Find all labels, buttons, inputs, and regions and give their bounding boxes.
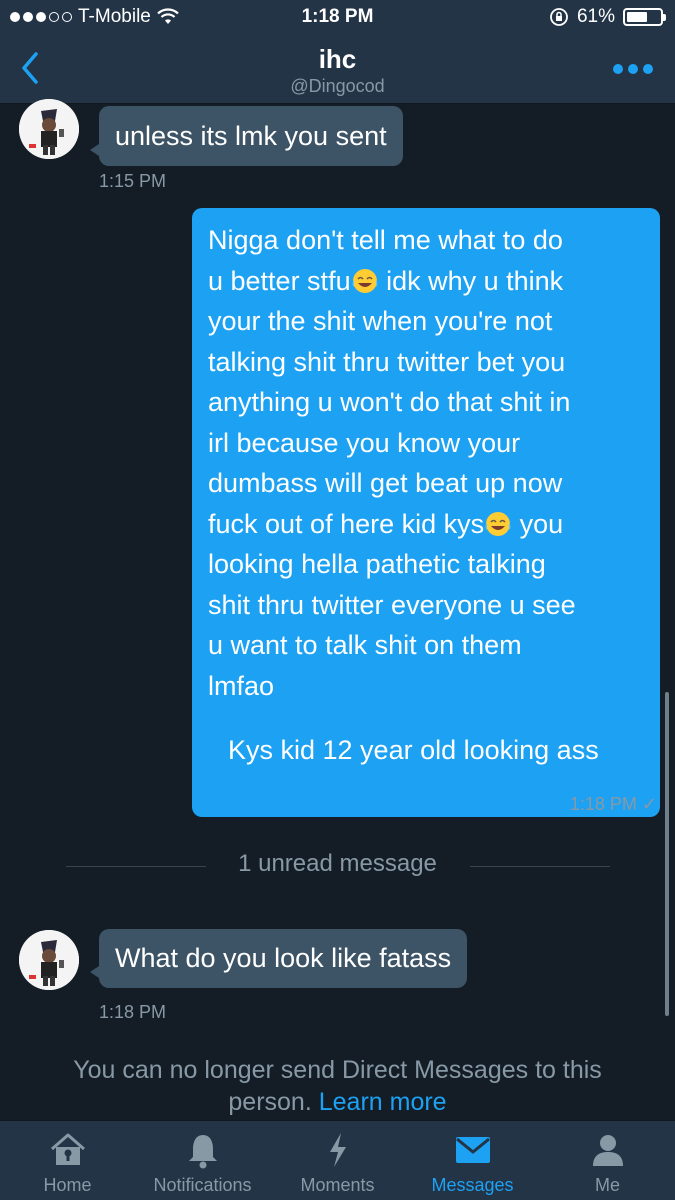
laughing-tears-emoji-icon [352,268,378,293]
message-line: shit thru twitter everyone u see [208,589,576,620]
message-text: unless its lmk you sent [115,121,387,151]
tab-bar: Home Notifications Moments Messages Me [0,1120,675,1200]
tab-label: Home [43,1175,92,1195]
message-line: irl because you know your [208,427,521,458]
message-line: you [512,508,564,539]
battery-info: 61% [549,6,666,28]
home-icon [50,1133,85,1165]
message-text: What do you look like fatass [115,943,452,973]
tab-label: Moments [300,1175,375,1195]
conversation-handle: @Dingocod [290,76,385,96]
message-line: your the shit when you're not [208,306,553,336]
message-timestamp: 1:18 PM ✓ [569,794,657,814]
envelope-icon [455,1137,490,1163]
outgoing-message[interactable]: Kys kid 12 year old looking ass [212,722,624,782]
more-options-icon[interactable] [613,64,653,74]
lightning-icon [329,1133,346,1167]
person-icon [592,1135,623,1166]
message-line: u better stfu [208,265,351,296]
avatar-image [19,99,79,159]
incoming-message[interactable]: What do you look like fatass [89,929,468,988]
avatar[interactable] [19,930,79,990]
laughing-tears-emoji-icon [485,511,511,536]
message-line: Nigga don't tell me what to do [208,225,563,255]
tab-label: Notifications [153,1175,252,1195]
bell-icon [188,1135,217,1169]
battery-percent: 61% [576,6,615,27]
learn-more-link[interactable]: Learn more [319,1088,447,1116]
rotation-lock-icon [550,8,568,26]
message-line: looking hella pathetic talking [208,549,546,579]
incoming-message[interactable]: unless its lmk you sent [90,106,403,166]
message-line: lmfao [208,670,275,701]
tab-notifications[interactable]: Notifications [135,1121,270,1200]
battery-icon [623,8,666,26]
conversation-title: ihc [318,44,357,74]
message-text: Kys kid 12 year old looking ass [228,735,599,765]
scrollbar[interactable] [665,692,669,1016]
unread-divider: 1 unread message [238,850,437,877]
message-line: anything u won't do that shit in [208,387,571,417]
message-timestamp: 1:15 PM [99,171,167,191]
divider [470,866,610,867]
message-timestamp: 1:18 PM [99,1002,167,1022]
message-thread[interactable]: unless its lmk you sent 1:15 PM Nigga do… [0,99,675,1120]
message-line: u want to talk shit on them [208,630,522,660]
tab-label: Messages [431,1175,514,1195]
avatar-image [19,930,79,990]
message-line: talking shit thru twitter bet you [208,346,566,377]
tab-moments[interactable]: Moments [270,1121,405,1200]
tab-home[interactable]: Home [0,1121,135,1200]
tab-me[interactable]: Me [540,1121,675,1200]
dm-restriction-notice: You can no longer send Direct Messages t… [40,1054,635,1118]
avatar[interactable] [19,99,79,159]
conversation-header: ihc @Dingocod [0,36,675,104]
message-line: idk why u think [378,265,564,296]
tab-messages[interactable]: Messages [405,1121,540,1200]
tab-label: Me [594,1175,620,1195]
status-bar: T-Mobile 1:18 PM 61% [0,0,675,36]
message-line: dumbass will get beat up now [208,468,563,498]
message-line: fuck out of here kid kys [208,508,485,539]
